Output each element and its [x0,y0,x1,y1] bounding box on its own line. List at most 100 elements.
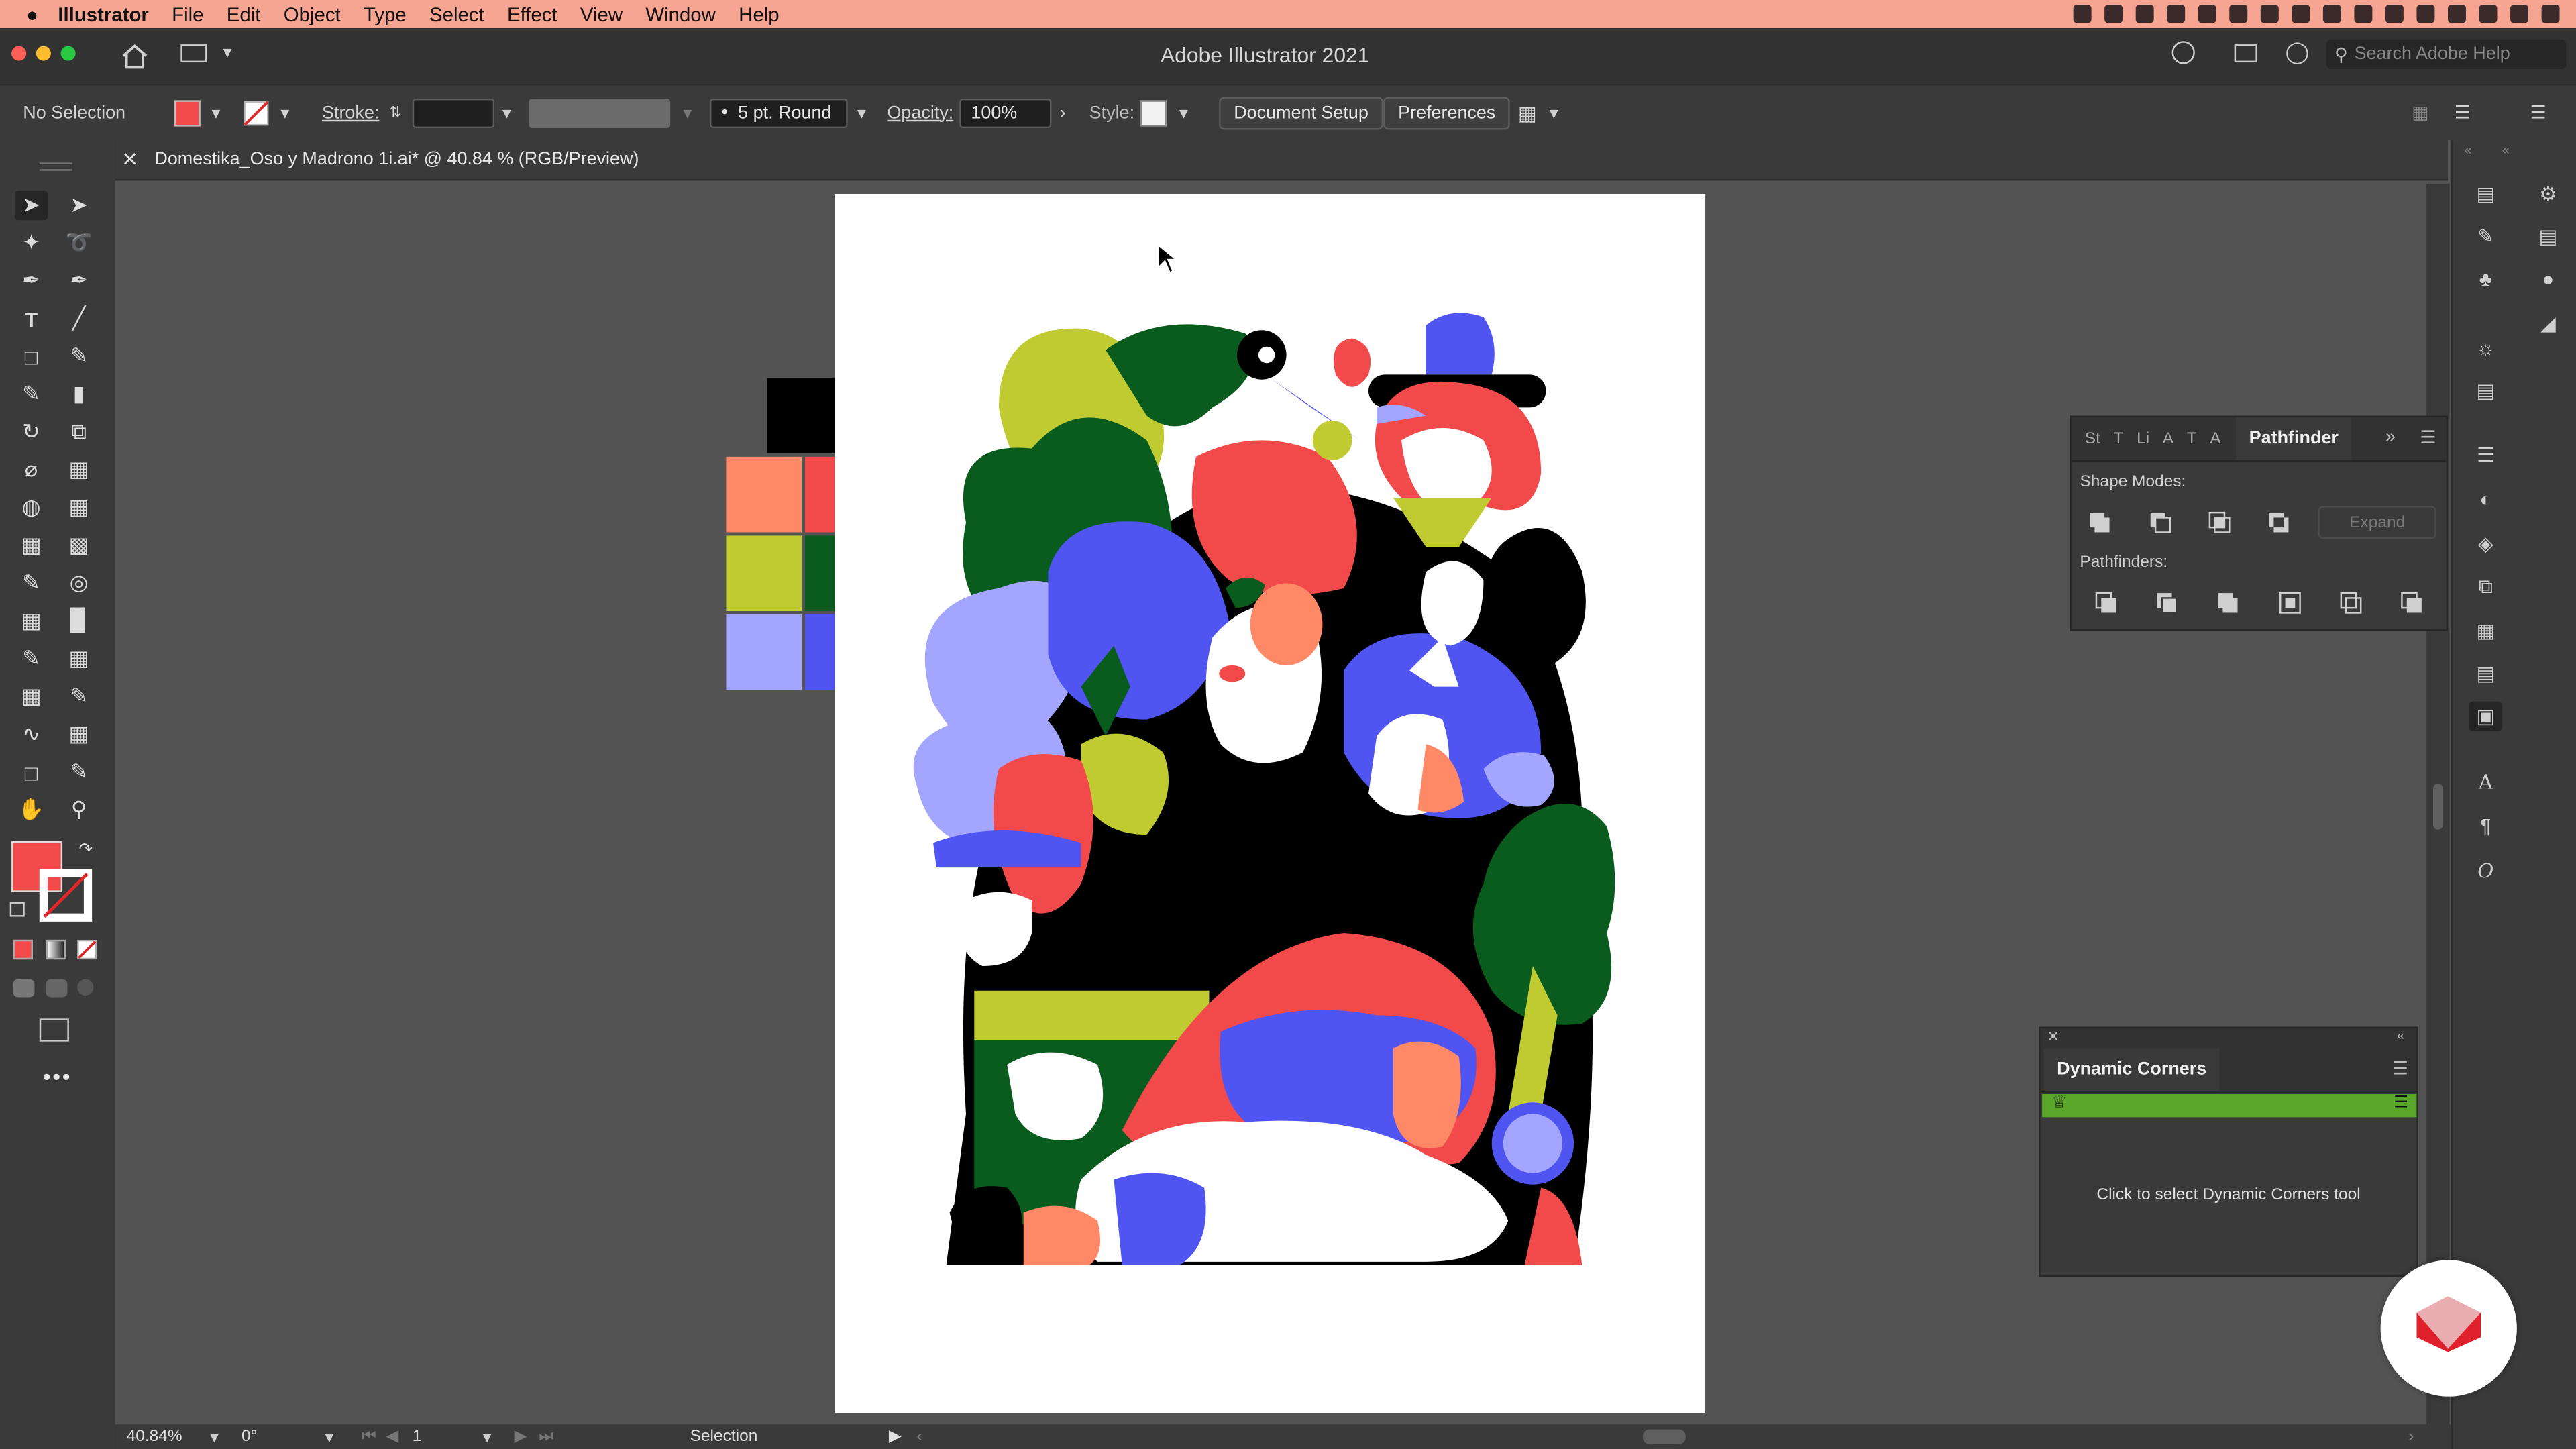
artboards-icon[interactable]: ⧉ [2469,572,2502,601]
gradient-mode-icon[interactable] [46,939,66,960]
scale-tool-icon[interactable]: ⧉ [62,417,95,447]
panel-menu-icon[interactable]: ☰ [2420,427,2436,448]
symbol-sprayer-tool-icon[interactable]: ▦ [15,606,48,636]
puppet-warp-tool-icon[interactable]: ∿ [15,720,48,749]
control-center-icon[interactable] [2541,5,2560,23]
collapse-icon[interactable]: « [2502,143,2510,158]
unite-button[interactable] [2088,511,2111,534]
swatch-black[interactable] [767,378,843,453]
type-tool-icon[interactable]: T [15,304,48,333]
color-themes-icon[interactable]: ● [2532,264,2565,294]
chevron-down-icon[interactable]: ▼ [278,105,292,121]
menu-help[interactable]: Help [739,3,779,25]
artwork-illustration[interactable] [835,194,1705,1413]
menu-window[interactable]: Window [645,3,716,25]
brushes-icon[interactable]: ✎ [2469,222,2502,252]
transparency-icon[interactable]: ◐ [2469,484,2502,514]
menu-view[interactable]: View [580,3,623,25]
status-menu-icon[interactable]: ▶ [889,1428,902,1446]
menu-edit[interactable]: Edit [227,3,261,25]
swatch-lavender[interactable] [726,614,802,690]
draw-behind-icon[interactable] [46,979,68,998]
tab-align[interactable]: A [2163,431,2174,449]
menu-select[interactable]: Select [429,3,484,25]
scroll-left-icon[interactable]: ‹ [917,1428,922,1446]
search-help-field[interactable]: ⚲ Search Adobe Help [2326,39,2567,69]
paragraph-icon[interactable]: ¶ [2469,812,2502,841]
last-artboard-icon[interactable]: ⏭ [539,1428,553,1446]
chevron-down-icon[interactable]: ▼ [322,1430,337,1446]
shaper-tool-icon[interactable]: ✎ [15,380,48,409]
draw-inside-icon[interactable] [77,979,94,996]
eyedropper-tool-icon[interactable]: ✎ [15,568,48,598]
next-artboard-icon[interactable]: ▶ [515,1428,527,1446]
panel-menu-icon[interactable]: ☰ [2392,1058,2408,1079]
trim-button[interactable] [2155,592,2178,614]
menu-object[interactable]: Object [284,3,341,25]
magic-wand-tool-icon[interactable]: ✦ [15,228,48,258]
chevron-down-icon[interactable]: ▼ [480,1430,494,1446]
collapse-icon[interactable]: « [2464,143,2471,158]
menu-file[interactable]: File [172,3,203,25]
width-tool-icon[interactable]: ⌀ [15,455,48,484]
document-tab[interactable]: ✕ Domestika_Oso y Madrono 1i.ai* @ 40.84… [121,140,639,179]
artboard-swatch-tool-icon[interactable]: ▦ [62,644,95,674]
direct-selection-tool-icon[interactable]: ➤ [62,191,95,220]
outline-button[interactable] [2339,592,2362,614]
tab-transparency[interactable]: T [2114,431,2124,449]
intersect-button[interactable] [2208,511,2231,534]
appearance-icon[interactable]: ☼ [2469,333,2502,363]
character-icon[interactable]: A [2469,767,2502,797]
artboard[interactable] [835,193,1706,1413]
close-icon[interactable]: ✕ [121,148,138,170]
chevron-right-icon[interactable]: › [1060,103,1066,122]
asset-export-icon[interactable]: ▤ [2469,376,2502,406]
search-icon[interactable] [2510,5,2529,23]
tab-stroke[interactable]: St [2085,431,2100,449]
zoom-level[interactable]: 40.84% [127,1428,182,1446]
chevron-down-icon[interactable]: ▼ [1176,105,1191,121]
status-icon[interactable] [2073,5,2092,23]
lightbulb-icon[interactable]: ◯ [2286,40,2310,66]
stroke-stepper[interactable]: ⇅ [389,85,401,140]
horizontal-scrollbar-thumb[interactable] [1643,1429,1686,1444]
column-graph-tool-icon[interactable]: ▉ [62,606,95,636]
screen-mode-icon[interactable] [39,1018,69,1042]
status-icon[interactable] [2322,5,2341,23]
stroke-color-swatch[interactable] [39,869,93,922]
blend-tool-icon[interactable]: ◎ [62,568,95,598]
paintbrush-tool-icon[interactable]: ✎ [62,341,95,371]
crown-icon[interactable]: ♕ [2052,1094,2067,1112]
tab-dynamic-corners[interactable]: Dynamic Corners [2043,1048,2220,1091]
selection-tool-icon[interactable]: ➤ [15,191,48,221]
slice-tool-icon[interactable]: ✎ [62,682,95,711]
status-icon[interactable] [2198,5,2216,23]
paintbrush-alt-tool-icon[interactable]: ✎ [15,644,48,674]
crop-button[interactable] [2279,592,2302,614]
status-icon[interactable] [2135,5,2154,23]
bluetooth-icon[interactable] [2448,5,2466,23]
wifi-icon[interactable] [2385,5,2404,23]
merge-button[interactable] [2216,592,2239,614]
expand-panels-icon[interactable]: » [2385,427,2396,447]
vertical-scrollbar[interactable] [2426,184,2450,1425]
arrange-documents-icon[interactable] [2234,44,2257,63]
status-icon[interactable] [2229,5,2248,23]
chevron-down-icon[interactable]: ▼ [680,105,695,121]
panel-menu-icon[interactable]: ☰ [2530,85,2546,140]
layers-icon[interactable]: ◈ [2469,529,2502,559]
exclude-button[interactable] [2267,511,2290,534]
collapse-icon[interactable]: « [2397,1028,2404,1043]
stroke-label[interactable]: Stroke: [322,85,379,140]
lasso-tool-icon[interactable]: ➰ [62,228,95,258]
opacity-input[interactable]: 100% [959,97,1052,127]
swap-fill-stroke-icon[interactable]: ↷ [79,841,93,859]
volume-icon[interactable] [2479,5,2498,23]
menu-icon[interactable]: ☰ [2394,1094,2408,1112]
status-icon[interactable] [2260,5,2279,23]
first-artboard-icon[interactable]: ⏮ [362,1428,376,1446]
mesh-tool-icon[interactable]: ▦ [15,531,48,560]
brush-definition[interactable]: ● 5 pt. Round [709,97,848,127]
arrange-icon[interactable]: ▦ [1518,101,1537,124]
artboard-tool-icon[interactable]: ▦ [15,682,48,711]
